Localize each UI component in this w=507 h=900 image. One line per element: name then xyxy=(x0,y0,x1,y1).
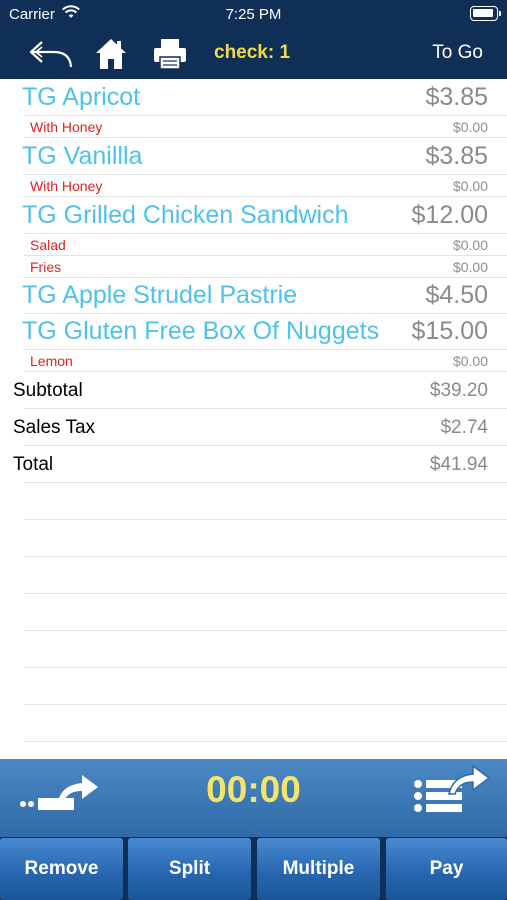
order-item[interactable]: TG Grilled Chicken Sandwich $12.00 xyxy=(0,197,507,234)
modifier-price: $0.00 xyxy=(452,119,488,135)
to-go-button[interactable]: To Go xyxy=(432,42,483,64)
subtotal-value: $39.20 xyxy=(429,380,488,401)
order-item[interactable]: TG Vanillla $3.85 xyxy=(0,138,507,175)
divider xyxy=(24,556,507,557)
item-modifier[interactable]: Lemon $0.00 xyxy=(0,350,507,372)
divider xyxy=(24,667,507,668)
item-modifier[interactable]: Fries $0.00 xyxy=(0,256,507,278)
divider xyxy=(24,630,507,631)
tax-label: Sales Tax xyxy=(13,417,96,438)
item-price: $3.85 xyxy=(425,83,488,111)
tax-value: $2.74 xyxy=(440,417,488,438)
order-list: TG Apricot $3.85 With Honey $0.00 TG Van… xyxy=(0,79,507,759)
split-button[interactable]: Split xyxy=(128,838,251,900)
send-list-icon[interactable] xyxy=(411,764,491,816)
header: Carrier 7:25 PM check: 1 To Go xyxy=(0,0,507,79)
remove-button[interactable]: Remove xyxy=(0,838,123,900)
modifier-name: With Honey xyxy=(30,178,103,194)
status-bar: Carrier 7:25 PM xyxy=(0,0,507,28)
item-name: TG Grilled Chicken Sandwich xyxy=(22,201,349,229)
bottom-toolbar: 00:00 Remove Split Multiple Pay xyxy=(0,759,507,900)
navbar: check: 1 To Go xyxy=(0,28,507,79)
modifier-name: Salad xyxy=(30,237,66,253)
divider xyxy=(24,704,507,705)
item-price: $3.85 xyxy=(425,142,488,170)
modifier-name: Fries xyxy=(30,259,62,275)
item-name: TG Apple Strudel Pastrie xyxy=(22,281,298,309)
order-item[interactable]: TG Apricot $3.85 xyxy=(0,79,507,116)
modifier-name: Lemon xyxy=(30,353,73,369)
printer-icon[interactable] xyxy=(151,35,189,73)
home-icon[interactable] xyxy=(93,35,129,73)
battery-icon xyxy=(470,6,501,21)
divider xyxy=(24,593,507,594)
modifier-price: $0.00 xyxy=(452,353,488,369)
divider xyxy=(24,741,507,742)
modifier-price: $0.00 xyxy=(452,237,488,253)
item-name: TG Gluten Free Box Of Nuggets xyxy=(22,317,380,345)
modifier-price: $0.00 xyxy=(452,259,488,275)
item-modifier[interactable]: With Honey $0.00 xyxy=(0,116,507,138)
divider xyxy=(24,519,507,520)
total-value: $41.94 xyxy=(429,454,488,475)
item-modifier[interactable]: With Honey $0.00 xyxy=(0,175,507,197)
item-modifier[interactable]: Salad $0.00 xyxy=(0,234,507,256)
modifier-price: $0.00 xyxy=(452,178,488,194)
order-item[interactable]: TG Gluten Free Box Of Nuggets $15.00 xyxy=(0,314,507,350)
modifier-name: With Honey xyxy=(30,119,103,135)
multiple-button[interactable]: Multiple xyxy=(257,838,380,900)
timer-bar: 00:00 xyxy=(0,759,507,837)
item-name: TG Apricot xyxy=(22,83,141,111)
total-row: Total $41.94 xyxy=(0,446,507,483)
back-icon[interactable] xyxy=(28,35,74,73)
item-name: TG Vanillla xyxy=(22,142,143,170)
pay-button[interactable]: Pay xyxy=(386,838,507,900)
clock: 7:25 PM xyxy=(225,6,282,23)
subtotal-row: Subtotal $39.20 xyxy=(0,372,507,409)
item-price: $15.00 xyxy=(411,317,488,345)
total-label: Total xyxy=(13,454,54,475)
subtotal-label: Subtotal xyxy=(13,380,83,401)
order-item[interactable]: TG Apple Strudel Pastrie $4.50 xyxy=(0,278,507,314)
item-price: $4.50 xyxy=(425,281,488,309)
tax-row: Sales Tax $2.74 xyxy=(0,409,507,446)
check-number: check: 1 xyxy=(214,42,291,63)
item-price: $12.00 xyxy=(411,201,488,229)
